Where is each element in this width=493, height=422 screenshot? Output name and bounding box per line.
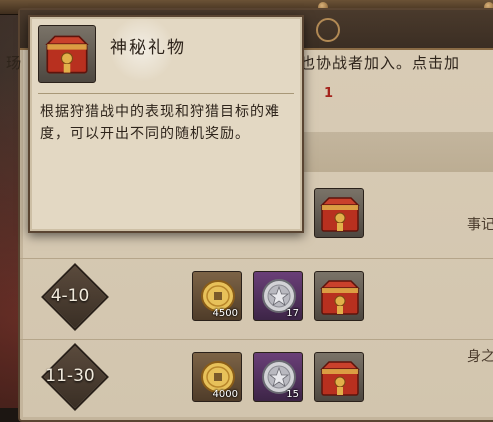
rank-badge: 4-10 — [34, 263, 109, 331]
row-divider — [20, 339, 493, 340]
header-ornament-icon — [316, 18, 340, 42]
reward-silver-coin[interactable]: 15 — [253, 352, 303, 402]
reward-count: 17 — [286, 308, 299, 319]
reward-gift-box[interactable] — [314, 271, 364, 321]
description-left-fragment: 玚 — [0, 50, 22, 80]
rank-label: 4-10 — [50, 286, 90, 306]
description-fragment-char: 玚 — [6, 54, 22, 72]
description-right-fragment: 也协战者加入。点击加 — [300, 46, 493, 76]
red-marker: 1 — [324, 86, 334, 101]
tooltip-item-name: 神秘礼物 — [110, 38, 186, 58]
reward-gift-box[interactable] — [314, 352, 364, 402]
gift-box-icon — [320, 361, 360, 396]
item-tooltip: 神秘礼物 根据狩猎战中的表现和狩猎目标的难度，可以开出不同的随机奖励。 — [28, 15, 304, 233]
tooltip-description: 根据狩猎战中的表现和狩猎目标的难度，可以开出不同的随机奖励。 — [40, 104, 280, 142]
row-divider — [20, 258, 493, 259]
panel-description: 也协战者加入。点击加 — [300, 54, 461, 72]
rank-label: 11-30 — [45, 366, 95, 386]
side-label-clipped: 身之 — [467, 349, 493, 365]
reward-coin[interactable]: 4500 — [192, 271, 242, 321]
rank-badge: 11-30 — [34, 343, 109, 411]
column-header-strip — [300, 132, 493, 172]
reward-count: 4000 — [212, 389, 238, 400]
reward-count: 15 — [286, 389, 299, 400]
gift-box-icon — [320, 197, 360, 232]
reward-gift-box[interactable] — [314, 188, 364, 238]
reward-coin[interactable]: 4000 — [192, 352, 242, 402]
tooltip-divider — [38, 93, 294, 94]
reward-silver-coin[interactable]: 17 — [253, 271, 303, 321]
gift-box-icon — [320, 280, 360, 315]
reward-count: 4500 — [212, 308, 238, 319]
gift-box-icon — [45, 35, 89, 74]
tooltip-item-frame — [38, 25, 96, 83]
side-label-clipped: 事记 — [467, 217, 493, 233]
